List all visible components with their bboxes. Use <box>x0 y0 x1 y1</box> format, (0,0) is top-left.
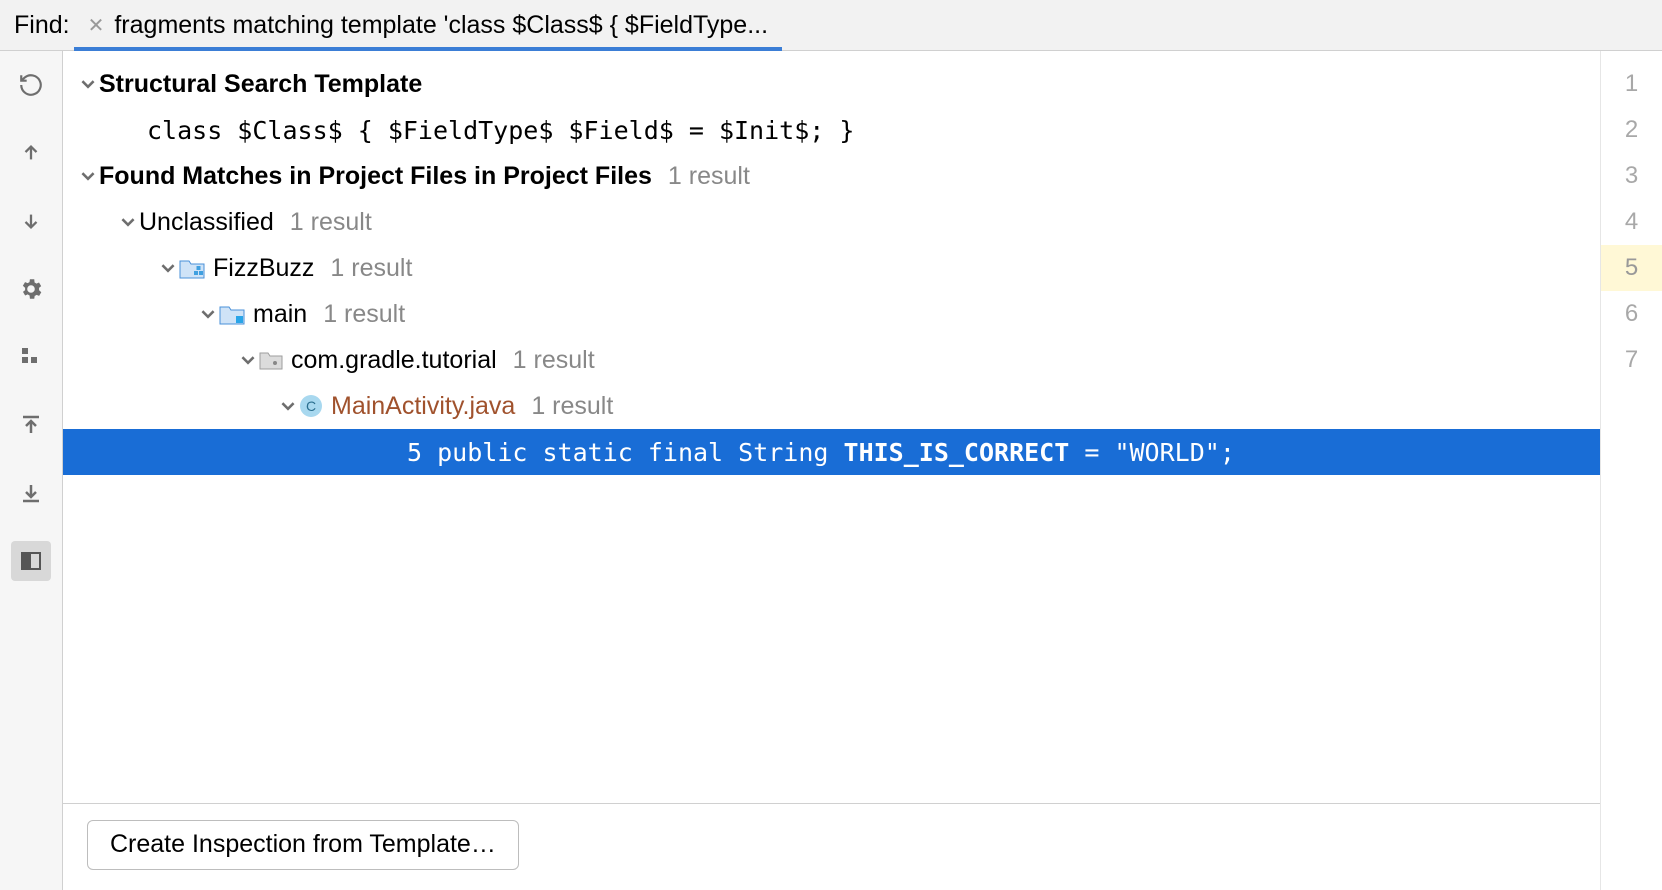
settings-button[interactable] <box>11 269 51 309</box>
project-row[interactable]: FizzBuzz 1 result <box>63 245 1600 291</box>
chevron-down-icon[interactable] <box>117 215 139 229</box>
template-header: Structural Search Template <box>99 70 422 99</box>
next-occurrence-button[interactable] <box>11 201 51 241</box>
tab-underline <box>74 47 782 51</box>
gutter-line-highlighted: 5 <box>1601 245 1662 291</box>
project-label: FizzBuzz <box>213 254 314 283</box>
match-code: 5 public static final String THIS_IS_COR… <box>407 438 1235 467</box>
package-row[interactable]: com.gradle.tutorial 1 result <box>63 337 1600 383</box>
preview-gutter: 1 2 3 4 5 6 7 <box>1600 51 1662 890</box>
gutter-line: 2 <box>1601 107 1662 153</box>
chevron-down-icon[interactable] <box>237 353 259 367</box>
close-tab-icon[interactable]: ✕ <box>88 13 105 38</box>
chevron-down-icon[interactable] <box>197 307 219 321</box>
package-count: 1 result <box>513 346 595 375</box>
chevron-down-icon[interactable] <box>157 261 179 275</box>
project-count: 1 result <box>330 254 412 283</box>
unclassified-count: 1 result <box>290 208 372 237</box>
preview-toggle-button[interactable] <box>11 541 51 581</box>
results-tree[interactable]: Structural Search Template class $Class$… <box>63 51 1600 803</box>
group-by-button[interactable] <box>11 337 51 377</box>
file-count: 1 result <box>531 392 613 421</box>
svg-text:C: C <box>306 398 316 414</box>
expand-all-button[interactable] <box>11 405 51 445</box>
class-file-icon: C <box>299 394 323 418</box>
prev-occurrence-button[interactable] <box>11 133 51 173</box>
file-row[interactable]: C MainActivity.java 1 result <box>63 383 1600 429</box>
chevron-down-icon[interactable] <box>277 399 299 413</box>
module-count: 1 result <box>323 300 405 329</box>
matches-header: Found Matches in Project Files in Projec… <box>99 162 652 191</box>
tab-title: fragments matching template 'class $Clas… <box>114 11 768 40</box>
line-number: 5 <box>407 438 422 467</box>
bottom-bar: Create Inspection from Template… <box>63 803 1600 890</box>
template-code-row[interactable]: class $Class$ { $FieldType$ $Field$ = $I… <box>63 107 1600 153</box>
package-icon <box>259 350 283 370</box>
matches-count: 1 result <box>668 162 750 191</box>
gutter-line: 3 <box>1601 153 1662 199</box>
collapse-all-button[interactable] <box>11 473 51 513</box>
find-label: Find: <box>14 11 70 40</box>
unclassified-label: Unclassified <box>139 208 274 237</box>
search-tab[interactable]: ✕ fragments matching template 'class $Cl… <box>84 0 772 50</box>
match-row[interactable]: 5 public static final String THIS_IS_COR… <box>63 429 1600 475</box>
gutter-line: 6 <box>1601 291 1662 337</box>
create-inspection-button[interactable]: Create Inspection from Template… <box>87 820 519 870</box>
left-toolbar <box>0 51 63 890</box>
rerun-button[interactable] <box>11 65 51 105</box>
chevron-down-icon[interactable] <box>77 77 99 91</box>
template-code: class $Class$ { $FieldType$ $Field$ = $I… <box>147 116 854 145</box>
gutter-line: 4 <box>1601 199 1662 245</box>
file-label: MainActivity.java <box>331 392 515 421</box>
package-label: com.gradle.tutorial <box>291 346 497 375</box>
project-icon <box>179 257 205 279</box>
module-icon <box>219 303 245 325</box>
matches-header-row[interactable]: Found Matches in Project Files in Projec… <box>63 153 1600 199</box>
find-bar: Find: ✕ fragments matching template 'cla… <box>0 0 1662 51</box>
template-header-row[interactable]: Structural Search Template <box>63 61 1600 107</box>
gutter-line: 1 <box>1601 61 1662 107</box>
unclassified-row[interactable]: Unclassified 1 result <box>63 199 1600 245</box>
module-row[interactable]: main 1 result <box>63 291 1600 337</box>
chevron-down-icon[interactable] <box>77 169 99 183</box>
module-label: main <box>253 300 307 329</box>
gutter-line: 7 <box>1601 337 1662 383</box>
